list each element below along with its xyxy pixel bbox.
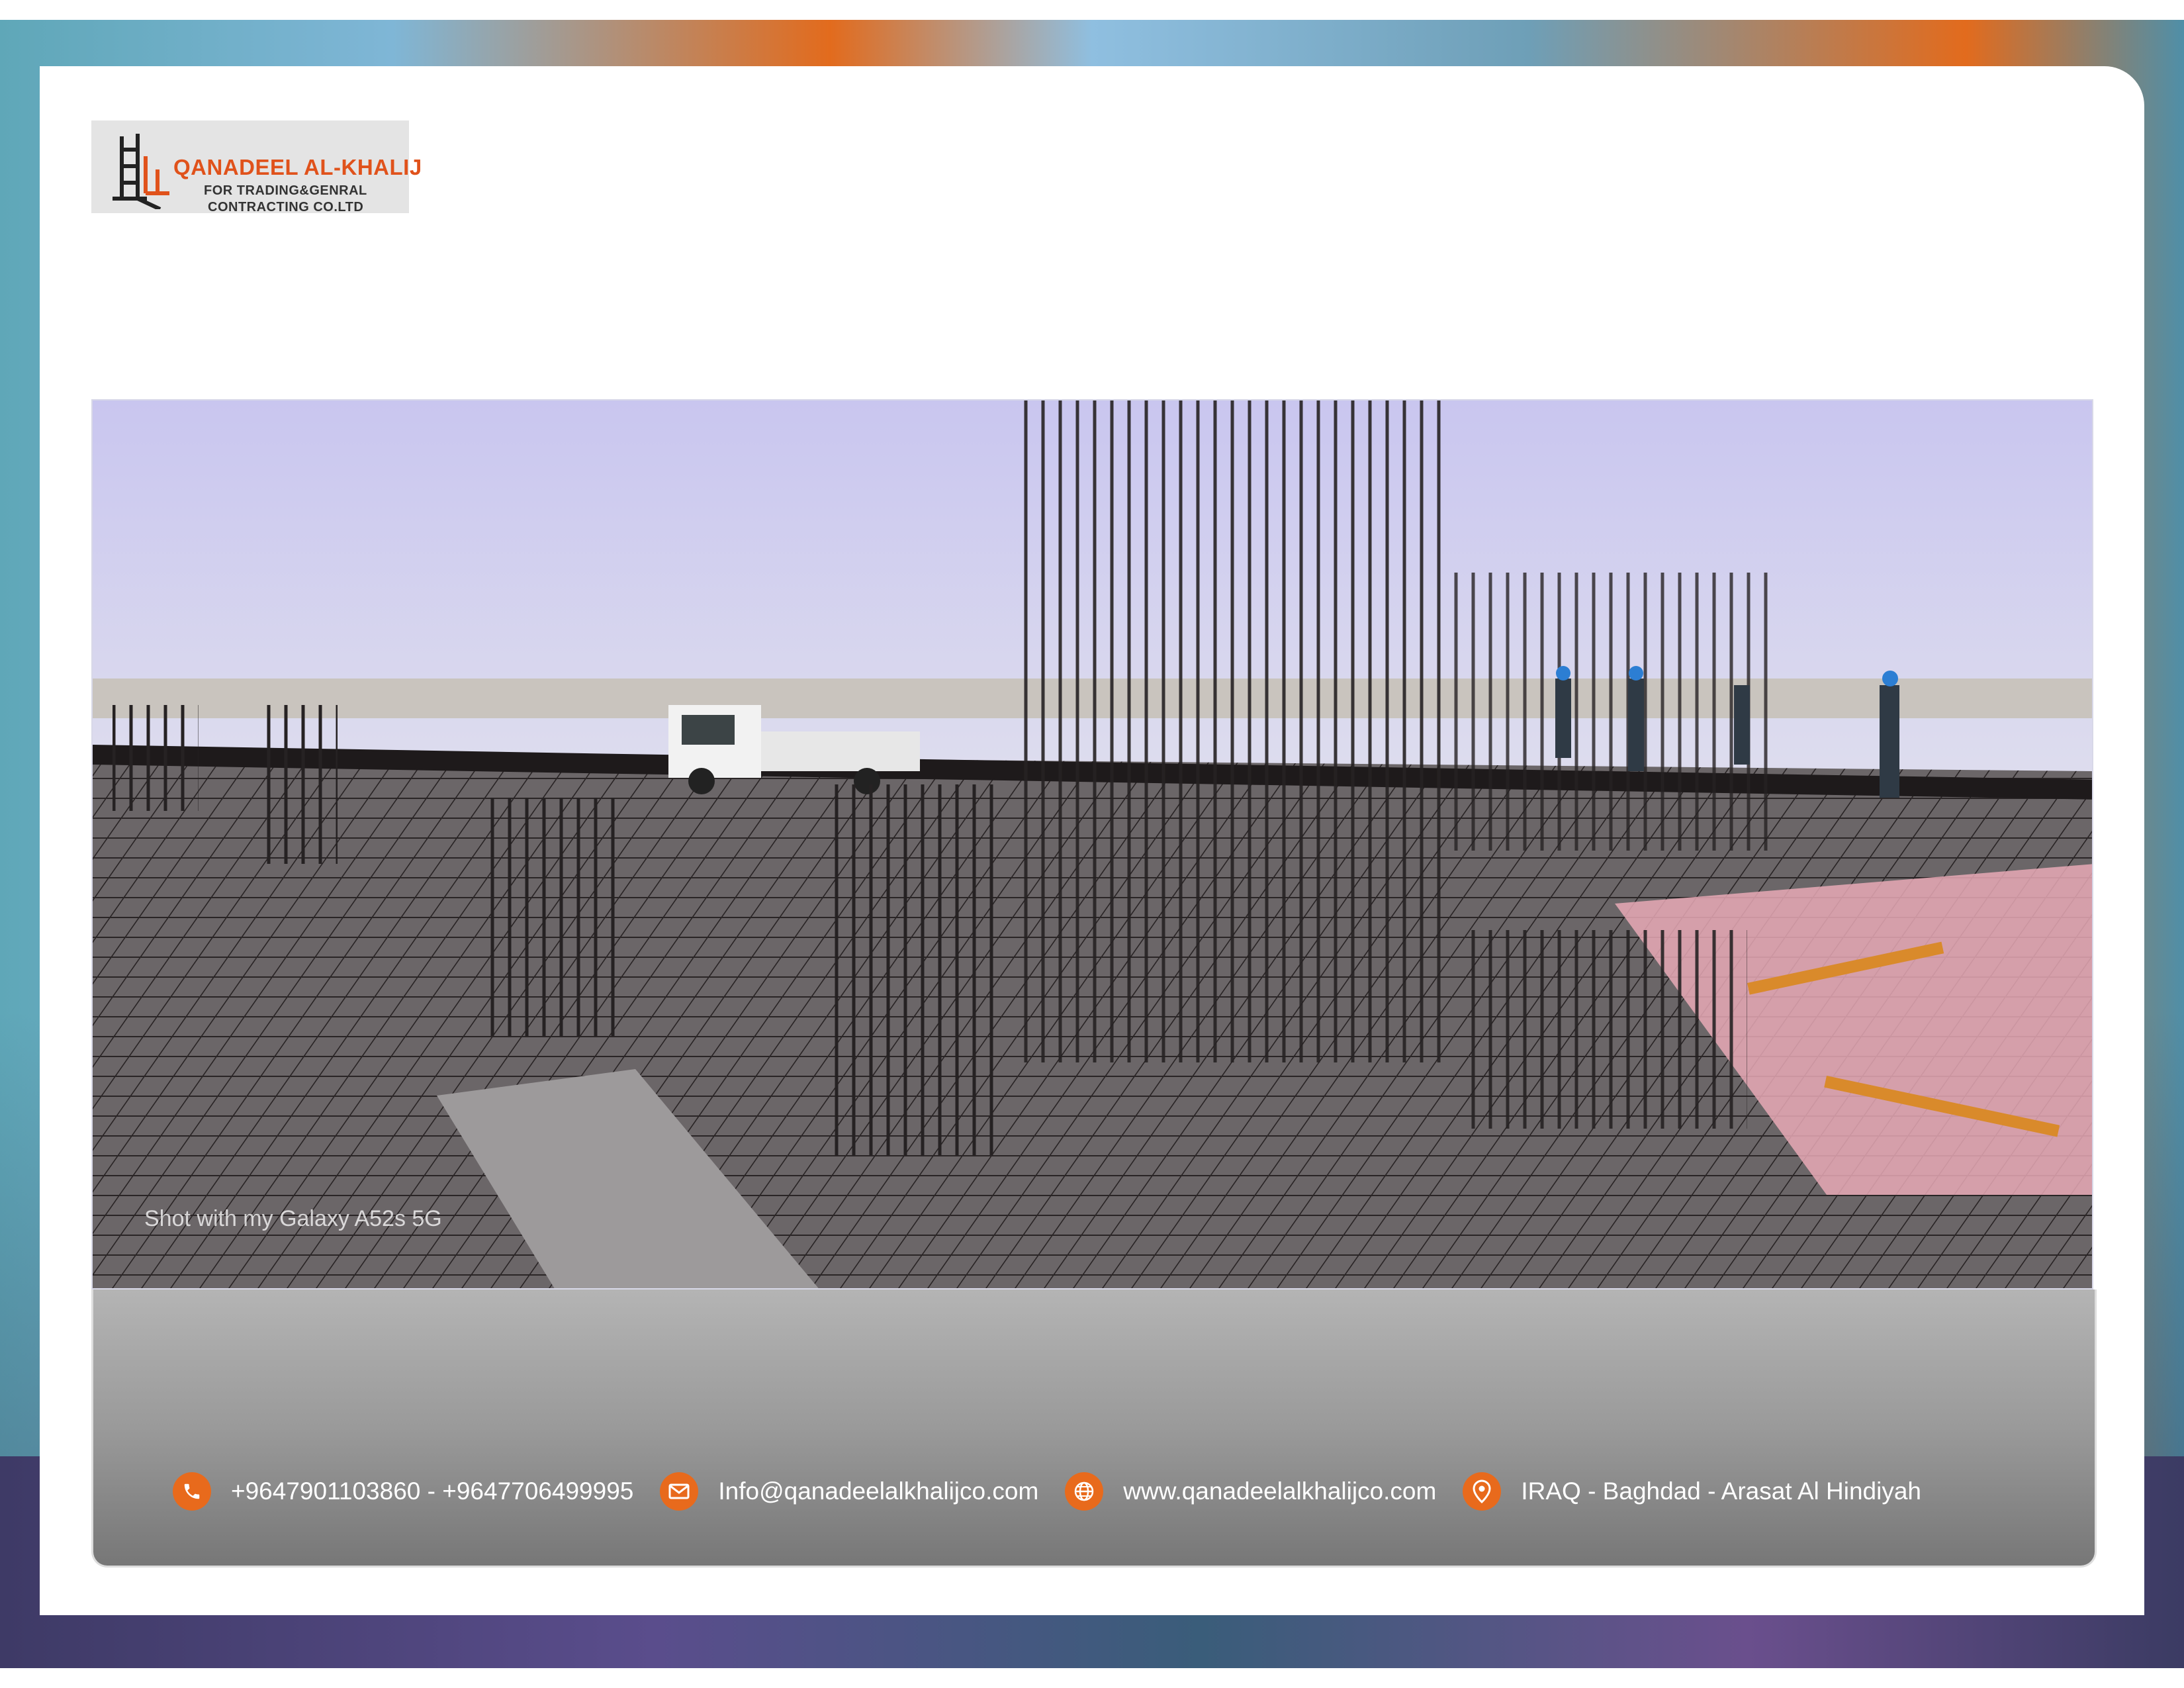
rebar-site-image: [93, 400, 2092, 1288]
company-logo: QANADEEL AL-KHALIJ FOR TRADING&GENRAL CO…: [91, 120, 422, 214]
globe-icon: [1065, 1472, 1104, 1511]
email-address[interactable]: Info@qanadeelalkhalijco.com: [718, 1477, 1038, 1505]
contact-row: +9647901103860 - +9647706499995 Info@qan…: [173, 1470, 1948, 1513]
logo-subtitle-line1: FOR TRADING&GENRAL: [204, 183, 367, 198]
logo-company-name: QANADEEL AL-KHALIJ: [173, 155, 422, 179]
address-text: IRAQ - Baghdad - Arasat Al Hindiyah: [1521, 1477, 1921, 1505]
website-url[interactable]: www.qanadeelalkhalijco.com: [1123, 1477, 1436, 1505]
logo-subtitle-line2: CONTRACTING CO.LTD: [208, 200, 364, 214]
photo-camera-caption: Shot with my Galaxy A52s 5G: [144, 1206, 442, 1231]
phone-icon: [173, 1472, 211, 1511]
contact-footer: +9647901103860 - +9647706499995 Info@qan…: [91, 1289, 2097, 1568]
phone-numbers[interactable]: +9647901103860 - +9647706499995: [231, 1477, 633, 1505]
scaffold-logo-icon: [113, 134, 169, 209]
construction-photo: Shot with my Galaxy A52s 5G: [91, 399, 2093, 1289]
mail-icon: [660, 1472, 699, 1511]
location-pin-icon: [1463, 1472, 1502, 1511]
